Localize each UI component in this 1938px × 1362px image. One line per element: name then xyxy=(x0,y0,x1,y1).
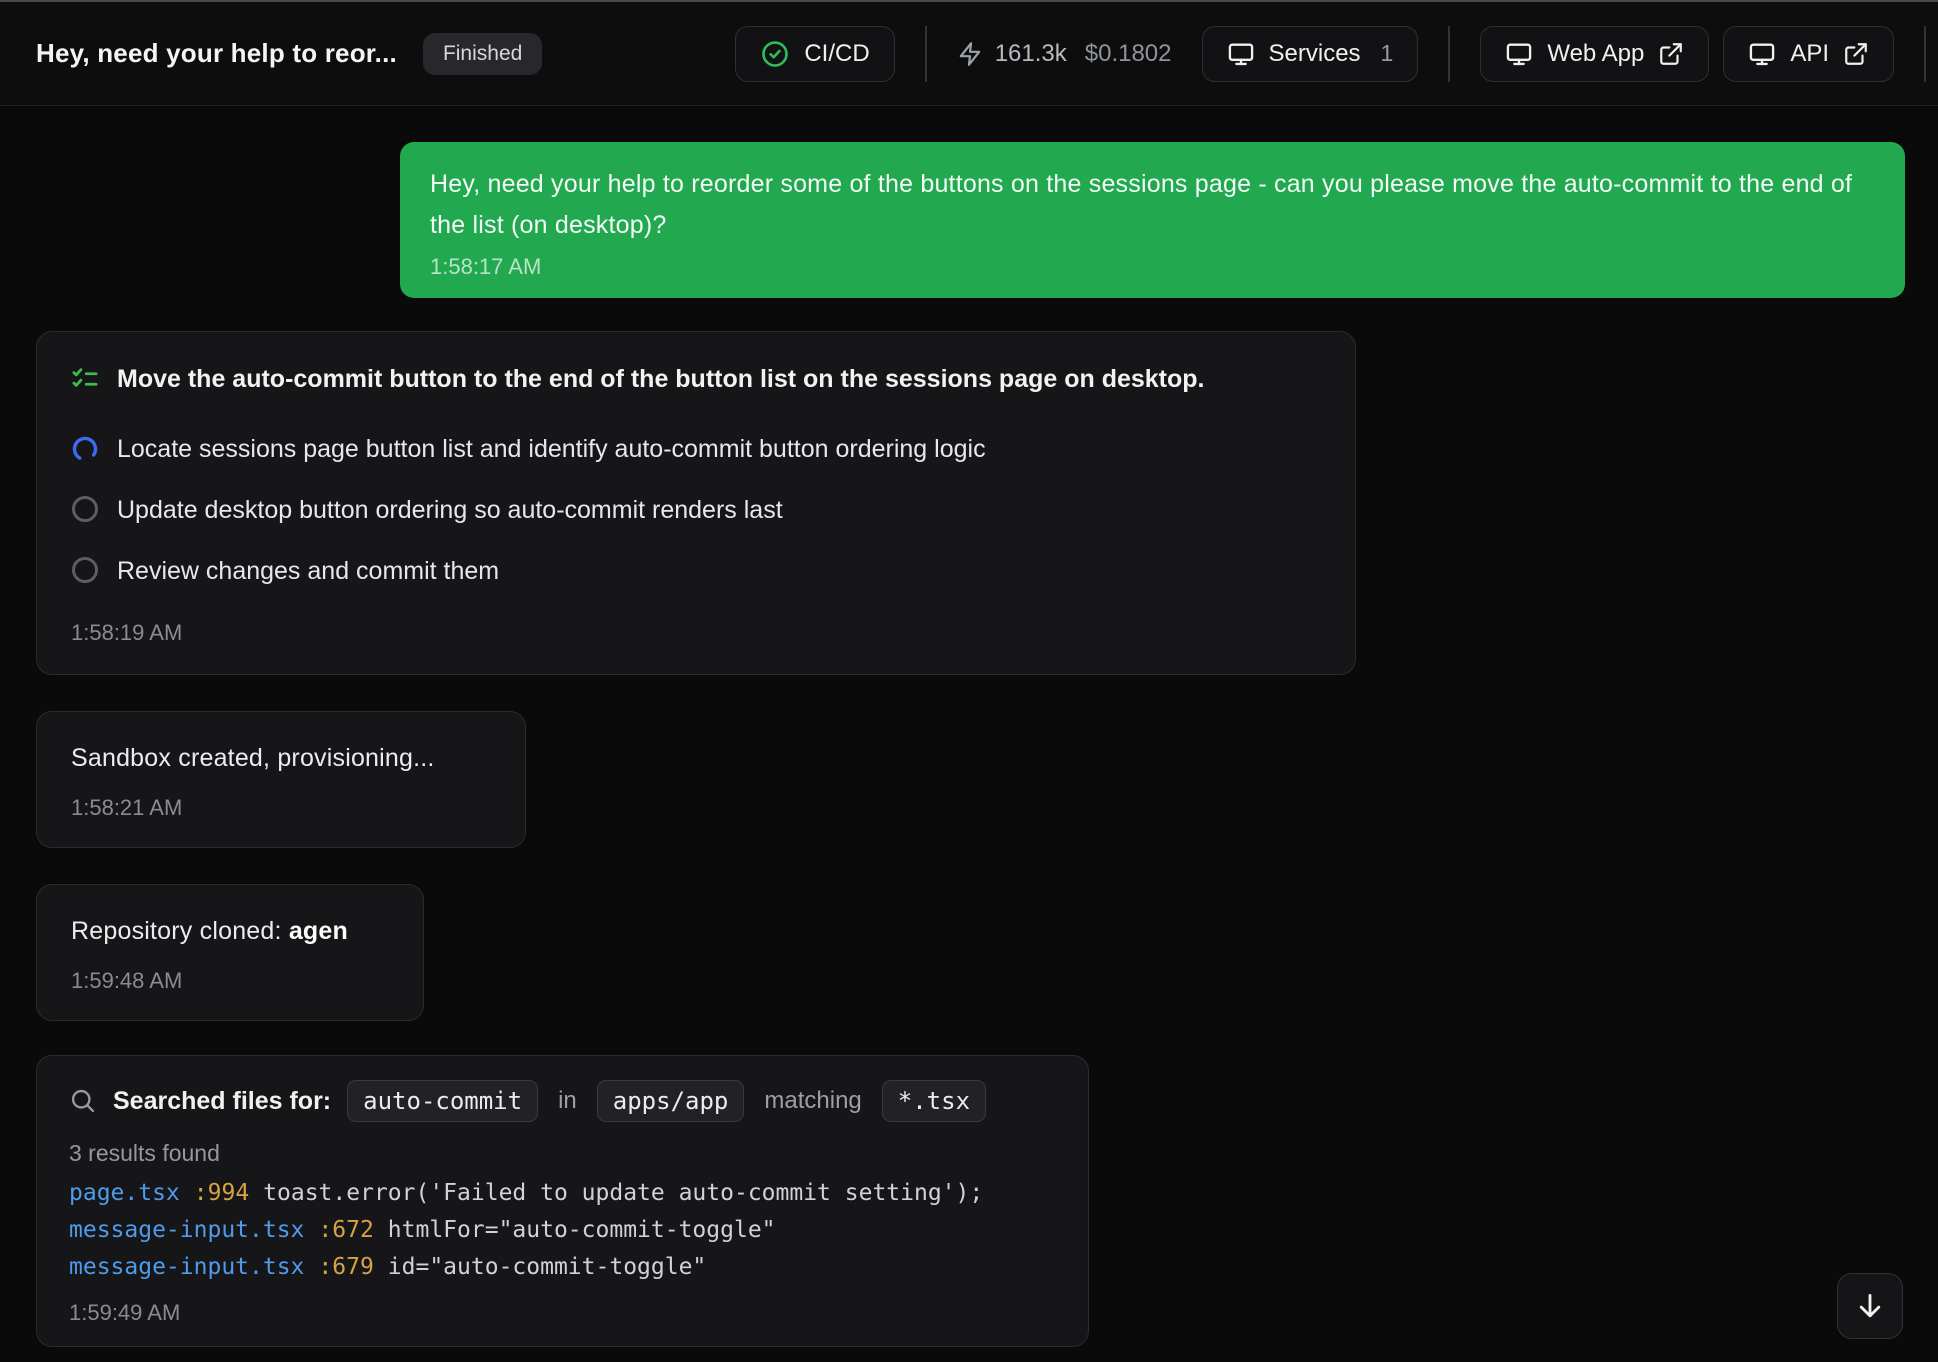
external-link-icon xyxy=(1843,41,1869,67)
user-message: Hey, need your help to reorder some of t… xyxy=(400,142,1905,298)
task-card: Move the auto-commit button to the end o… xyxy=(36,331,1356,675)
result-code: id="auto-commit-toggle" xyxy=(388,1254,707,1280)
search-matching-label: matching xyxy=(764,1087,861,1115)
header-divider xyxy=(1448,26,1450,82)
search-query-chip: auto-commit xyxy=(347,1080,538,1122)
search-icon xyxy=(69,1087,97,1115)
scroll-to-bottom-button[interactable] xyxy=(1837,1273,1903,1339)
monitor-icon xyxy=(1227,40,1255,68)
repo-name: agen xyxy=(289,917,348,945)
sandbox-message: Sandbox created, provisioning... xyxy=(71,744,491,773)
session-header: Hey, need your help to reor... Finished … xyxy=(0,2,1938,106)
external-link-icon xyxy=(1658,41,1684,67)
monitor-icon xyxy=(1505,40,1533,68)
result-file: message-input.tsx xyxy=(69,1254,304,1280)
search-lead: Searched files for: xyxy=(113,1087,331,1116)
search-result-row: message-input.tsx :679 id="auto-commit-tog… xyxy=(69,1249,1058,1286)
services-count: 1 xyxy=(1381,40,1394,67)
search-results: 3 results found page.tsx :994 toast.error(… xyxy=(69,1140,1058,1286)
task-item-in-progress: Locate sessions page button list and ide… xyxy=(71,434,1321,464)
task-item-label: Locate sessions page button list and ide… xyxy=(117,434,986,464)
result-file: page.tsx xyxy=(69,1180,180,1206)
result-code: htmlFor="auto-commit-toggle" xyxy=(388,1217,776,1243)
user-message-text: Hey, need your help to reorder some of t… xyxy=(430,164,1875,246)
repo-timestamp: 1:59:48 AM xyxy=(71,968,389,994)
task-item-pending: Update desktop button ordering so auto-c… xyxy=(71,495,1321,525)
web-app-label: Web App xyxy=(1547,40,1644,68)
search-result-row: page.tsx :994 toast.error('Failed to updat… xyxy=(69,1175,1058,1212)
circle-icon xyxy=(72,557,98,583)
result-file: message-input.tsx xyxy=(69,1217,304,1243)
results-count: 3 results found xyxy=(69,1140,1058,1167)
repo-message-prefix: Repository cloned: xyxy=(71,917,289,945)
token-count: 161.3k xyxy=(995,40,1067,68)
web-app-button[interactable]: Web App xyxy=(1480,26,1709,82)
checklist-icon xyxy=(71,365,99,393)
repo-message: Repository cloned: agen xyxy=(71,917,389,946)
repo-card: Repository cloned: agen 1:59:48 AM xyxy=(36,884,424,1021)
sandbox-timestamp: 1:58:21 AM xyxy=(71,795,491,821)
search-in-label: in xyxy=(558,1087,577,1115)
task-item-pending: Review changes and commit them xyxy=(71,556,1321,586)
result-line-number: :994 xyxy=(194,1180,249,1206)
task-item-label: Update desktop button ordering so auto-c… xyxy=(117,495,783,525)
circle-check-icon xyxy=(760,39,790,69)
task-title: Move the auto-commit button to the end o… xyxy=(117,364,1205,394)
search-summary: Searched files for: auto-commit in apps/… xyxy=(69,1080,1058,1122)
search-path-chip: apps/app xyxy=(597,1080,745,1122)
spinner-icon xyxy=(71,435,99,463)
monitor-icon xyxy=(1748,40,1776,68)
cicd-button[interactable]: CI/CD xyxy=(735,26,894,82)
search-result-row: message-input.tsx :672 htmlFor="auto-commi… xyxy=(69,1212,1058,1249)
task-card-timestamp: 1:58:19 AM xyxy=(71,620,1321,646)
header-divider xyxy=(925,26,927,82)
sandbox-card: Sandbox created, provisioning... 1:58:21… xyxy=(36,711,526,848)
task-item-label: Review changes and commit them xyxy=(117,556,499,586)
result-code: toast.error('Failed to update auto-commi… xyxy=(263,1180,983,1206)
result-line-number: :679 xyxy=(318,1254,373,1280)
api-label: API xyxy=(1790,40,1829,68)
user-message-timestamp: 1:58:17 AM xyxy=(430,254,1875,280)
circle-icon xyxy=(72,496,98,522)
result-line-number: :672 xyxy=(318,1217,373,1243)
session-title: Hey, need your help to reor... xyxy=(36,38,397,69)
search-pattern-chip: *.tsx xyxy=(882,1080,986,1122)
usage-cost: $0.1802 xyxy=(1085,40,1172,68)
services-label: Services xyxy=(1269,40,1361,68)
chat-transcript: Hey, need your help to reorder some of t… xyxy=(0,142,1938,1347)
header-actions: CI/CD 161.3k $0.1802 Services 1 xyxy=(735,26,1938,82)
status-badge: Finished xyxy=(423,33,542,75)
header-divider xyxy=(1924,26,1926,82)
search-card: Searched files for: auto-commit in apps/… xyxy=(36,1055,1089,1347)
search-timestamp: 1:59:49 AM xyxy=(69,1300,1058,1326)
arrow-down-icon xyxy=(1853,1289,1887,1323)
usage-meter: 161.3k $0.1802 xyxy=(957,40,1172,68)
services-button[interactable]: Services 1 xyxy=(1202,26,1419,82)
api-button[interactable]: API xyxy=(1723,26,1894,82)
lightning-icon xyxy=(957,41,983,67)
cicd-label: CI/CD xyxy=(804,40,869,68)
